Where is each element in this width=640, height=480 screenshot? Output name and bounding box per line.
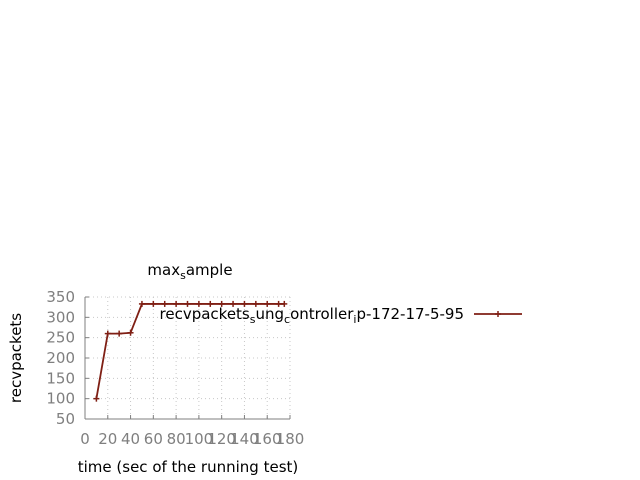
data-point (104, 330, 111, 337)
y-tick-label: 100 (46, 390, 75, 408)
y-tick-label: 350 (46, 288, 75, 306)
y-axis-label-text: recvpackets (7, 313, 25, 403)
legend-label: recvpacketssungcontrollerip-172-17-5-95 (160, 305, 464, 326)
x-tick-label: 40 (121, 430, 140, 448)
y-axis-label: recvpackets (7, 313, 25, 403)
x-axis-label: time (sec of the running test) (78, 458, 299, 476)
x-tick-label: 0 (80, 430, 90, 448)
data-point (116, 330, 123, 337)
data-point (138, 300, 145, 307)
data-point (150, 300, 157, 307)
x-tick-label: 20 (98, 430, 117, 448)
x-tick-label: 80 (167, 430, 186, 448)
x-tick-label: 180 (276, 430, 305, 448)
chart-title-text: maxsample (147, 261, 232, 282)
chart: 0 20 40 60 801001201401601805010015020025030… (7, 261, 522, 476)
y-tick-label: 150 (46, 369, 75, 387)
y-tick-label: 300 (46, 308, 75, 326)
x-tick-label: 60 (144, 430, 163, 448)
data-point (127, 329, 134, 336)
chart-title: maxsample (147, 261, 232, 282)
y-tick-label: 50 (56, 410, 75, 428)
data-point (93, 395, 100, 402)
y-tick-label: 250 (46, 329, 75, 347)
legend: recvpacketssungcontrollerip-172-17-5-95 (160, 305, 522, 326)
y-tick-label: 200 (46, 349, 75, 367)
x-axis-label-text: time (sec of the running test) (78, 458, 299, 476)
